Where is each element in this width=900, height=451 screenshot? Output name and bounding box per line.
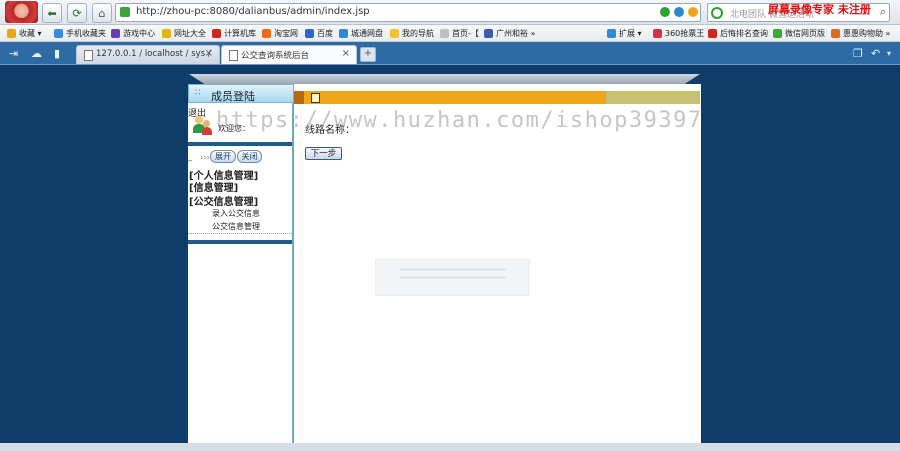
site-icon bbox=[484, 28, 493, 38]
menu-info-manage[interactable]: [信息管理] bbox=[189, 179, 238, 194]
faded-banner bbox=[375, 259, 530, 296]
shopping-icon bbox=[831, 28, 840, 38]
back-arrow-icon: ⬅ bbox=[47, 6, 57, 20]
star-icon bbox=[7, 28, 16, 38]
bookmark-item[interactable]: 360抢票王 bbox=[653, 26, 704, 40]
status-bar bbox=[0, 443, 900, 451]
bookmark-item[interactable]: 扩展 ▾ bbox=[607, 26, 642, 40]
bookmark-item[interactable]: 淘宝网 bbox=[262, 26, 298, 40]
bookmark-item[interactable]: 惠惠购物助 » bbox=[831, 26, 890, 40]
ticket-icon bbox=[653, 28, 662, 38]
browser-toolbar: ⬅ ⟳ ⌂ http://zhou-pc:8080/dalianbus/admi… bbox=[0, 0, 900, 25]
home-icon: ⌂ bbox=[98, 6, 106, 20]
back-button[interactable]: ⬅ bbox=[42, 3, 62, 23]
undo-icon[interactable]: ↶ bbox=[871, 47, 880, 60]
globe-icon bbox=[162, 28, 171, 38]
bookmark-item[interactable]: 微信网页版 bbox=[773, 26, 825, 40]
bookmark-item[interactable]: 收藏 ▾ bbox=[7, 26, 42, 40]
taobao-icon bbox=[262, 28, 271, 38]
bookmark-item[interactable]: 网址大全 bbox=[162, 26, 206, 40]
cloud-icon[interactable]: ☁ bbox=[31, 47, 42, 60]
home-button[interactable]: ⌂ bbox=[92, 3, 112, 23]
security-shield-icon bbox=[120, 7, 130, 17]
search-icon[interactable]: ⌕ bbox=[880, 5, 886, 19]
cloud-disk-icon bbox=[339, 28, 348, 38]
phone-icon bbox=[54, 28, 63, 38]
rank-icon bbox=[708, 28, 717, 38]
page-icon bbox=[229, 50, 238, 61]
login-header-title: 成员登陆 bbox=[211, 90, 255, 103]
tab-title: 公交查询系统后台 bbox=[241, 51, 310, 61]
bookmark-item[interactable]: 我的导航 bbox=[390, 26, 434, 40]
folder-icon bbox=[390, 28, 399, 38]
page-icon bbox=[84, 50, 93, 61]
bookmark-item[interactable]: 广州和裕 » bbox=[484, 26, 535, 40]
login-header: ∷ 成员登陆 bbox=[188, 84, 294, 103]
bookmark-item[interactable]: 后悔排名查询 bbox=[708, 26, 768, 40]
bookmark-item[interactable]: 手机收藏夹 bbox=[54, 26, 106, 40]
restore-window-icon[interactable]: ❐ bbox=[853, 47, 863, 60]
submenu-manage-bus[interactable]: 公交信息管理 bbox=[212, 221, 260, 232]
menu-bus-info[interactable]: [公交信息管理] bbox=[189, 193, 258, 208]
overlay-watermark-url: https://www.huzhan.com/ishop39397 bbox=[216, 108, 703, 133]
user-avatar[interactable] bbox=[5, 1, 38, 23]
close-icon[interactable]: × bbox=[342, 48, 350, 59]
recorder-watermark: 屏幕录像专家 未注册 bbox=[768, 3, 871, 16]
dots-icon: ∷ bbox=[195, 88, 201, 98]
notepad-icon bbox=[311, 93, 320, 103]
bookmarks-bar: 收藏 ▾ 手机收藏夹 游戏中心 网址大全 计算机库 淘宝网 百度 城通网盘 我的… bbox=[0, 25, 900, 42]
refresh-button[interactable]: ⟳ bbox=[67, 3, 87, 23]
tab-phpmyadmin[interactable]: 127.0.0.1 / localhost / sys / × bbox=[76, 45, 220, 64]
arrows-icon: ››› bbox=[200, 153, 210, 162]
compat-mode-icon[interactable] bbox=[660, 7, 670, 17]
refresh-icon: ⟳ bbox=[72, 6, 82, 20]
users-icon bbox=[193, 116, 213, 136]
submenu-divider bbox=[188, 233, 292, 235]
trash-icon[interactable]: ▮ bbox=[54, 47, 60, 60]
submenu-add-bus[interactable]: 录入公交信息 bbox=[212, 208, 260, 219]
grid-icon bbox=[607, 28, 616, 38]
frame-top-border bbox=[189, 74, 700, 84]
next-step-button[interactable]: 下一步 bbox=[305, 147, 342, 160]
left-frame bbox=[188, 84, 294, 443]
baidu-icon bbox=[305, 28, 314, 38]
book-icon bbox=[212, 28, 221, 38]
search-engine-icon bbox=[711, 7, 723, 19]
wechat-icon bbox=[773, 28, 782, 38]
favorite-star-icon[interactable] bbox=[688, 7, 698, 17]
bookmark-item[interactable]: 首页-【 bbox=[440, 26, 479, 40]
close-icon[interactable]: × bbox=[205, 48, 213, 59]
sidebar-bottom-stripe bbox=[188, 240, 292, 244]
bookmark-item[interactable]: 城通网盘 bbox=[339, 26, 383, 40]
bookmark-item[interactable]: 百度 bbox=[305, 26, 333, 40]
new-tab-button[interactable]: + bbox=[360, 47, 376, 62]
ie-mode-icon[interactable] bbox=[674, 7, 684, 17]
sidebar-divider bbox=[188, 142, 292, 146]
address-url: http://zhou-pc:8080/dalianbus/admin/inde… bbox=[136, 6, 370, 17]
bookmark-item[interactable]: 游戏中心 bbox=[111, 26, 155, 40]
page-icon bbox=[440, 28, 449, 38]
sidebar-toggle-icon[interactable]: ⇥ bbox=[9, 47, 18, 60]
collapse-button[interactable]: 关闭 bbox=[237, 150, 262, 163]
tab-strip: ⇥ ☁ ▮ 127.0.0.1 / localhost / sys / × 公交… bbox=[0, 42, 900, 65]
chevron-down-icon[interactable]: ▾ bbox=[887, 49, 891, 58]
main-header-bar bbox=[294, 91, 700, 104]
address-bar[interactable]: http://zhou-pc:8080/dalianbus/admin/inde… bbox=[115, 3, 701, 22]
expand-button[interactable]: 展开 bbox=[210, 150, 236, 163]
tab-title: 127.0.0.1 / localhost / sys / bbox=[96, 49, 211, 59]
bookmark-item[interactable]: 计算机库 bbox=[212, 26, 256, 40]
gamepad-icon bbox=[111, 28, 120, 38]
tab-bus-admin[interactable]: 公交查询系统后台 × bbox=[221, 45, 357, 64]
